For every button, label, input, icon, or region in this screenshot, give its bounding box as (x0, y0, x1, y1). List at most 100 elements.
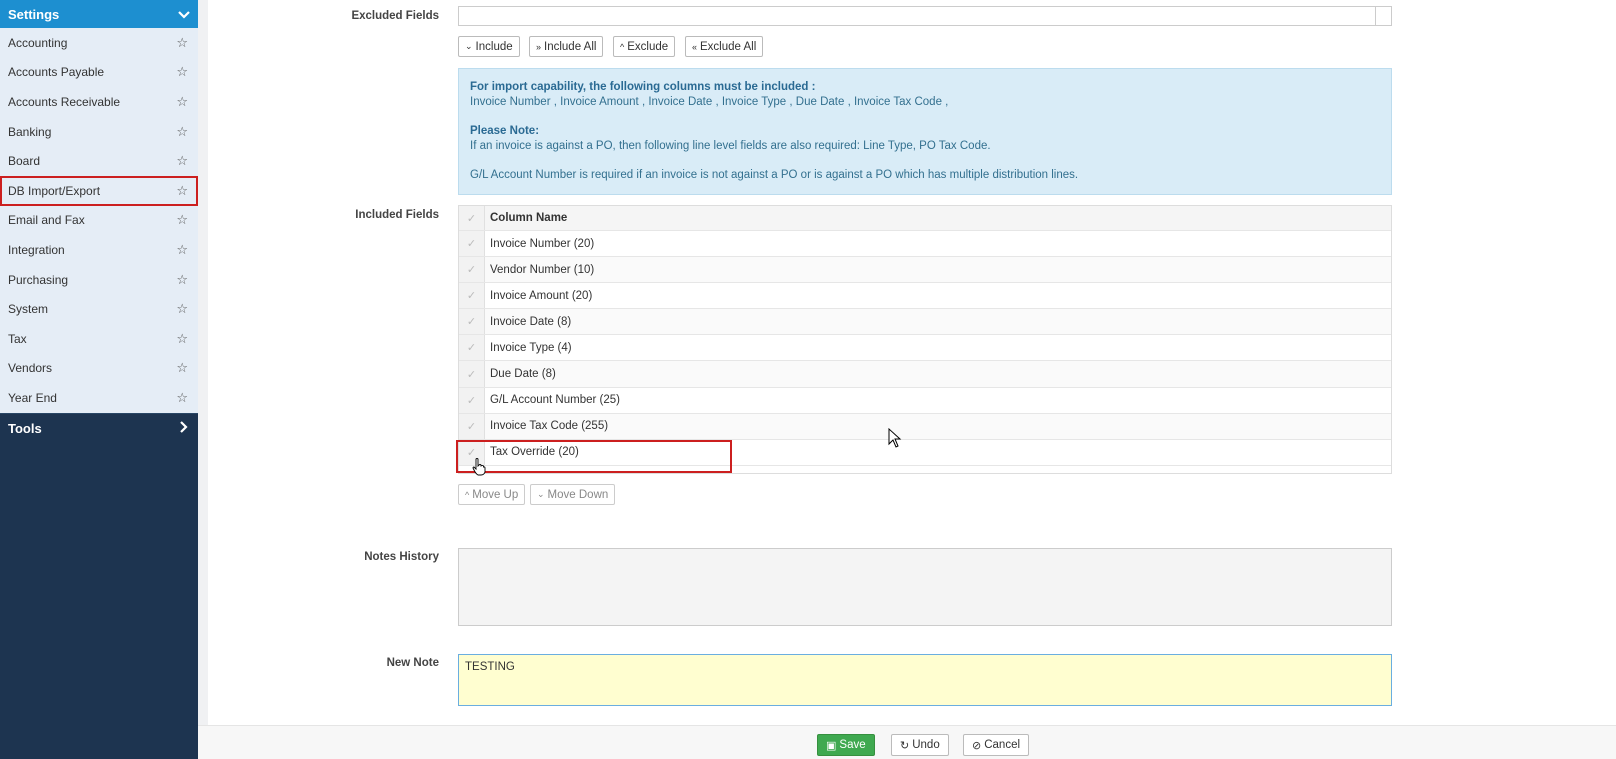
star-icon[interactable]: ☆ (176, 94, 188, 110)
star-icon[interactable]: ☆ (176, 301, 188, 317)
row-checkbox[interactable]: ✓ (459, 309, 485, 335)
notes-history-box (458, 548, 1392, 626)
required-columns-text: Invoice Number , Invoice Amount , Invoic… (470, 96, 949, 108)
select-all-checkbox[interactable]: ✓ (459, 206, 485, 230)
sidebar-item-accounting[interactable]: Accounting ☆ (0, 28, 198, 58)
note-heading: Please Note: (470, 125, 540, 137)
column-name-cell: Invoice Amount (20) (490, 289, 593, 302)
included-fields-grid: ✓ Column Name ✓ Invoice Number (20) ✓ Vend… (458, 205, 1392, 474)
sidebar: Settings Accounting ☆ Accounts Payable ☆ A… (0, 0, 198, 759)
row-checkbox[interactable]: ✓ (459, 361, 485, 387)
exclude-all-button[interactable]: «Exclude All (685, 36, 764, 57)
exclude-all-label: Exclude All (700, 40, 757, 53)
sidebar-item-tax[interactable]: Tax ☆ (0, 324, 198, 354)
row-checkbox[interactable]: ✓ (459, 335, 485, 361)
star-icon[interactable]: ☆ (176, 64, 188, 80)
table-row[interactable]: ✓ Invoice Type (4) (459, 335, 1391, 362)
sidebar-item-vendors[interactable]: Vendors ☆ (0, 354, 198, 384)
sidebar-item-year-end[interactable]: Year End ☆ (0, 383, 198, 413)
double-chevron-down-icon: » (536, 41, 542, 52)
star-icon[interactable]: ☆ (176, 212, 188, 228)
column-name-header: Column Name (490, 212, 568, 224)
undo-label: Undo (912, 739, 940, 751)
select-toggle[interactable] (1375, 7, 1391, 25)
sidebar-item-system[interactable]: System ☆ (0, 294, 198, 324)
star-icon[interactable]: ☆ (176, 35, 188, 51)
star-icon[interactable]: ☆ (176, 390, 188, 406)
undo-button[interactable]: ↻ Undo (891, 734, 949, 756)
floppy-disk-icon: ▣ (826, 739, 837, 752)
double-chevron-up-icon: « (692, 41, 698, 52)
content-gutter (198, 0, 208, 725)
star-icon[interactable]: ☆ (176, 153, 188, 169)
excluded-fields-select[interactable] (458, 6, 1392, 26)
table-row[interactable]: ✓ Invoice Tax Code (255) (459, 413, 1391, 440)
sidebar-item-board[interactable]: Board ☆ (0, 146, 198, 176)
include-button[interactable]: ⌄ Include (458, 36, 520, 57)
include-all-label: Include All (544, 40, 597, 53)
cancel-icon: ⊘ (972, 739, 982, 752)
move-up-button[interactable]: ^ Move Up (458, 484, 526, 505)
save-label: Save (839, 739, 866, 751)
notes-history-label: Notes History (364, 551, 439, 563)
table-row[interactable]: ✓ Invoice Amount (20) (459, 283, 1391, 310)
table-row[interactable]: ✓ Invoice Date (8) (459, 309, 1391, 336)
star-icon[interactable]: ☆ (176, 331, 188, 347)
sidebar-item-label: Vendors (8, 361, 53, 376)
chevron-right-icon (180, 421, 188, 436)
move-down-label: Move Down (547, 488, 609, 501)
save-button[interactable]: ▣ Save (817, 734, 875, 756)
new-note-label: New Note (386, 657, 439, 669)
table-row[interactable]: ✓ Due Date (8) (459, 361, 1391, 388)
chevron-up-icon: ^ (620, 41, 625, 52)
info-heading: For import capability, the following col… (470, 81, 816, 93)
column-name-cell: Invoice Number (20) (490, 237, 595, 250)
table-row[interactable]: ✓ Invoice Number (20) (459, 231, 1391, 258)
chevron-down-icon: ⌄ (537, 489, 545, 499)
grid-header-row: ✓ Column Name (459, 206, 1391, 231)
row-checkbox[interactable]: ✓ (459, 257, 485, 283)
sidebar-item-label: System (8, 302, 49, 317)
tools-section-header[interactable]: Tools (0, 412, 198, 444)
star-icon[interactable]: ☆ (176, 124, 188, 140)
sidebar-item-db-import-export[interactable]: DB Import/Export ☆ (0, 175, 198, 206)
cancel-button[interactable]: ⊘ Cancel (963, 734, 1030, 756)
sidebar-item-label: Accounts Receivable (8, 94, 121, 109)
cancel-label: Cancel (984, 739, 1021, 751)
included-fields-label: Included Fields (355, 209, 439, 221)
table-row[interactable]: ✓ Vendor Number (10) (459, 257, 1391, 284)
chevron-down-icon (178, 6, 190, 22)
new-note-field[interactable] (458, 654, 1392, 706)
row-checkbox[interactable]: ✓ (459, 439, 485, 465)
row-checkbox[interactable]: ✓ (459, 283, 485, 309)
chevron-down-icon: ⌄ (465, 41, 473, 51)
undo-icon: ↻ (900, 739, 910, 752)
sidebar-item-integration[interactable]: Integration ☆ (0, 235, 198, 265)
sidebar-item-email-and-fax[interactable]: Email and Fax ☆ (0, 206, 198, 236)
move-down-button[interactable]: ⌄ Move Down (530, 484, 616, 505)
sidebar-item-label: Integration (8, 242, 65, 257)
star-icon[interactable]: ☆ (176, 272, 188, 288)
table-row[interactable]: ✓ G/L Account Number (25) (459, 387, 1391, 414)
row-checkbox[interactable]: ✓ (459, 231, 485, 257)
sidebar-item-label: Accounts Payable (8, 65, 105, 80)
row-checkbox[interactable]: ✓ (459, 413, 485, 439)
star-icon[interactable]: ☆ (176, 183, 188, 199)
settings-title: Settings (8, 6, 60, 22)
sidebar-item-accounts-payable[interactable]: Accounts Payable ☆ (0, 58, 198, 88)
exclude-button[interactable]: ^ Exclude (613, 36, 676, 57)
sidebar-item-banking[interactable]: Banking ☆ (0, 117, 198, 147)
chevron-up-icon: ^ (465, 489, 470, 500)
sidebar-item-label: Year End (8, 390, 57, 405)
sidebar-item-purchasing[interactable]: Purchasing ☆ (0, 265, 198, 295)
form-footer: ▣ Save ↻ Undo ⊘ Cancel (198, 725, 1616, 759)
settings-section-header[interactable]: Settings (0, 0, 198, 28)
table-row[interactable]: ✓ Tax Override (20) (459, 439, 1391, 466)
sidebar-item-accounts-receivable[interactable]: Accounts Receivable ☆ (0, 87, 198, 117)
include-all-button[interactable]: » Include All (529, 36, 604, 57)
row-checkbox[interactable]: ✓ (459, 387, 485, 413)
star-icon[interactable]: ☆ (176, 242, 188, 258)
column-name-cell: Invoice Type (4) (490, 341, 572, 354)
star-icon[interactable]: ☆ (176, 360, 188, 376)
tools-title: Tools (8, 421, 42, 437)
